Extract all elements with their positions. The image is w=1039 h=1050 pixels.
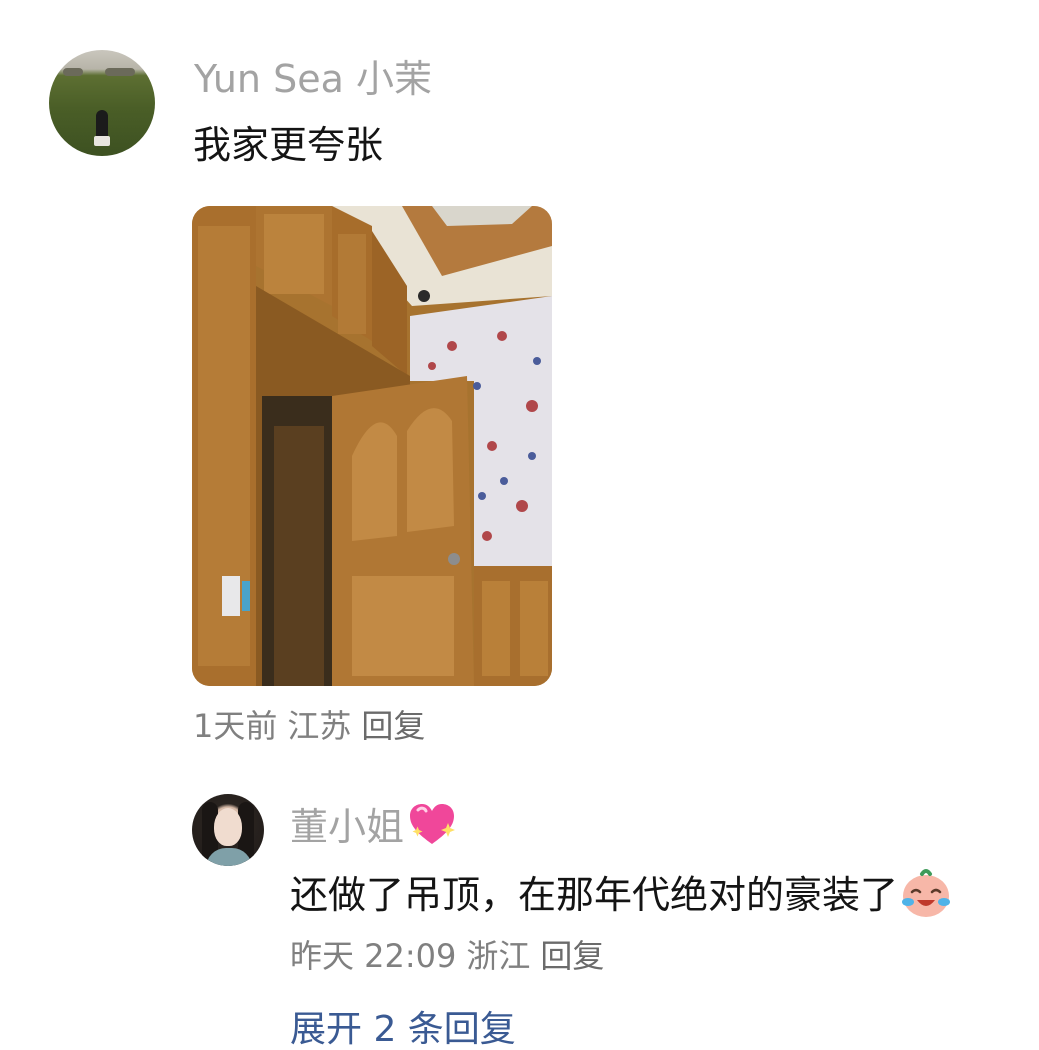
- replier-avatar[interactable]: [192, 794, 264, 866]
- avatar-detail: [105, 68, 135, 76]
- comment-time: 1天前: [193, 707, 278, 745]
- avatar-detail: [63, 68, 83, 76]
- reply-text-row: 还做了吊顶，在那年代绝对的豪装了: [290, 868, 952, 918]
- comment-location: 江苏: [287, 707, 352, 745]
- comment-photo[interactable]: [192, 206, 552, 686]
- expand-replies-link[interactable]: 展开 2 条回复: [290, 1012, 516, 1048]
- reply-text: 还做了吊顶，在那年代绝对的豪装了: [290, 873, 899, 917]
- commenter-username[interactable]: Yun Sea 小茉: [194, 60, 432, 98]
- sparkling-heart-icon: [410, 804, 456, 844]
- avatar-face: [214, 808, 242, 846]
- reply-reply-button[interactable]: 回复: [540, 937, 604, 975]
- comment-text: 我家更夸张: [193, 123, 384, 167]
- replier-username[interactable]: 董小姐: [290, 805, 404, 849]
- avatar-figure-skirt: [94, 136, 110, 146]
- replier-username-row: 董小姐: [290, 802, 456, 846]
- reply-meta: 昨天 22:09 浙江 回复: [290, 940, 614, 972]
- room-photo-graphic: [192, 206, 552, 686]
- commenter-avatar[interactable]: [49, 50, 155, 156]
- reply-location: 浙江: [466, 937, 531, 975]
- reply-time: 昨天 22:09: [290, 937, 457, 975]
- comment-meta: 1天前 江苏 回复: [193, 710, 435, 742]
- comment-reply-button[interactable]: 回复: [361, 707, 425, 745]
- crying-laughing-face-icon: [902, 869, 951, 917]
